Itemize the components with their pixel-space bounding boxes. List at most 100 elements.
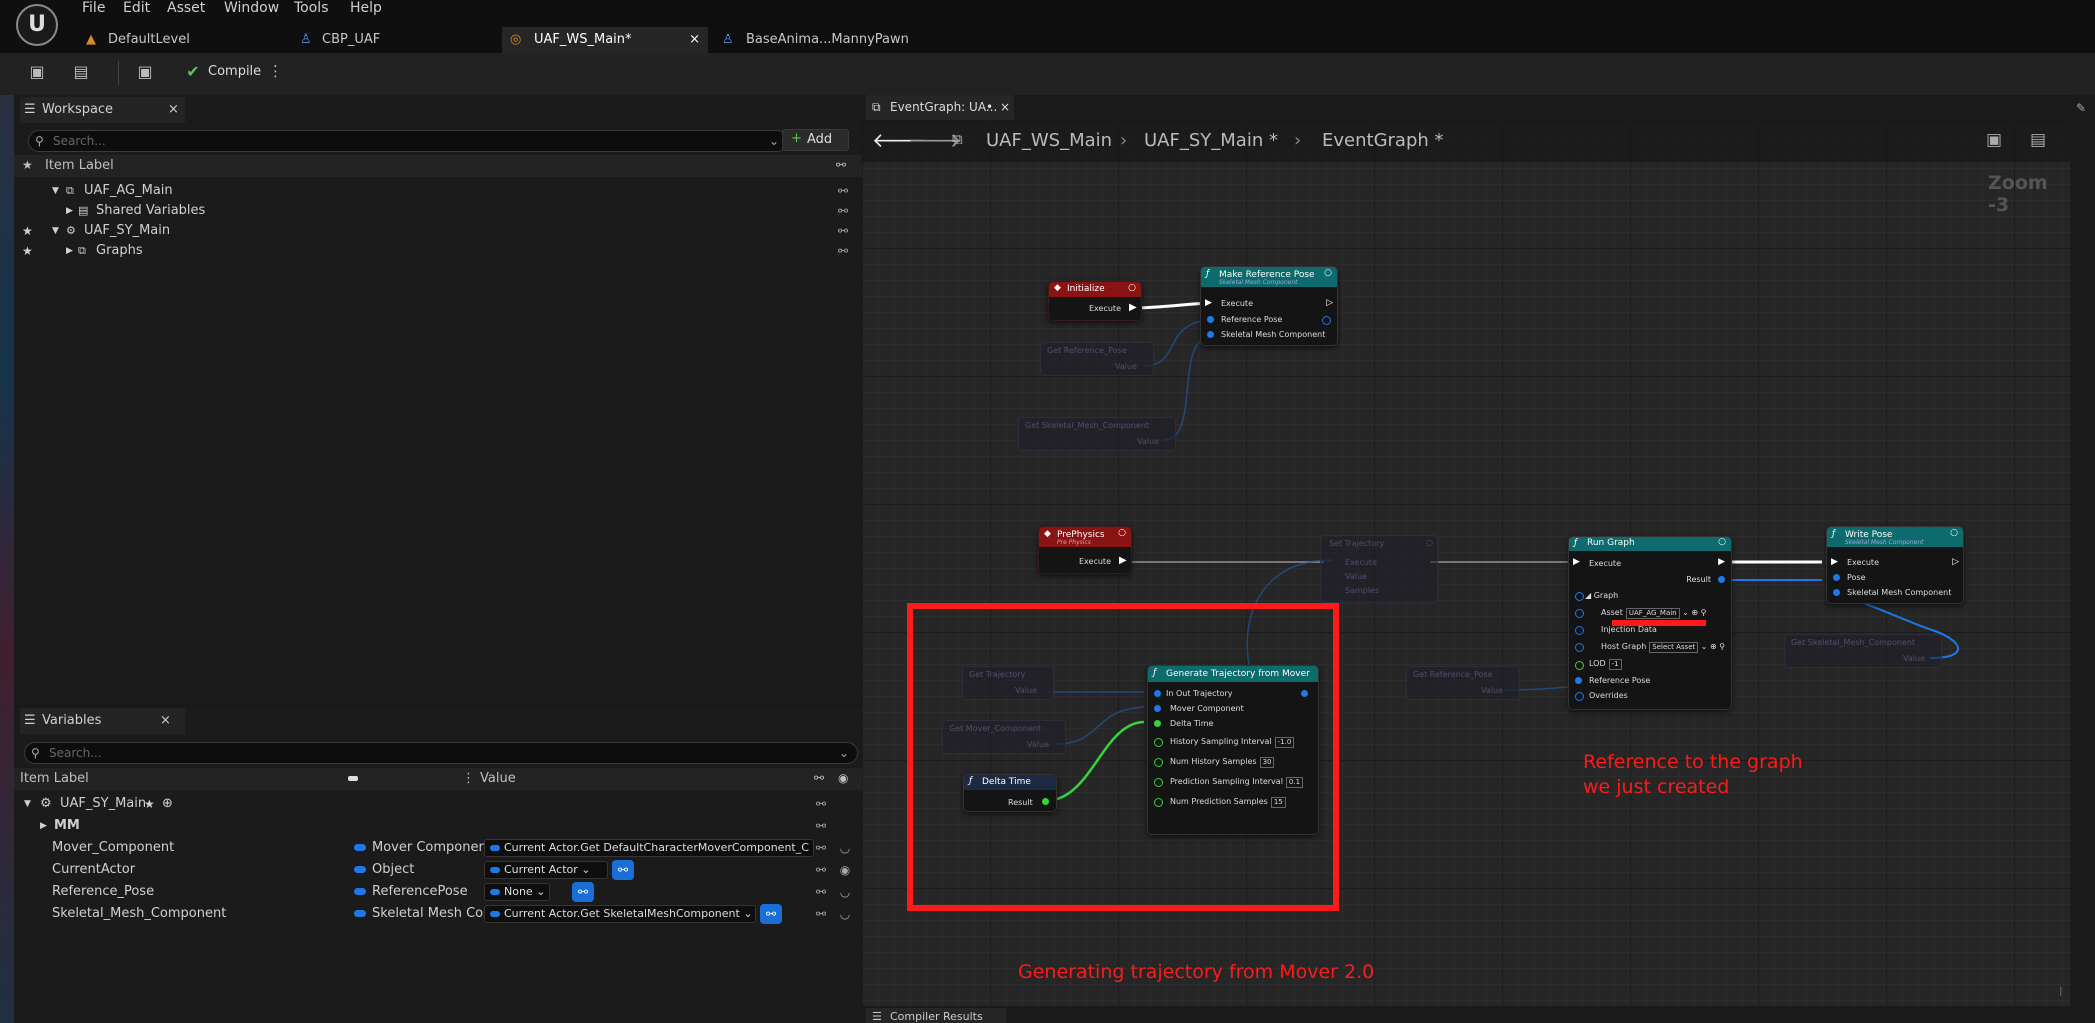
run-graph-asset-field[interactable]: Asset UAF_AG_Main ⌄ ⊕ ⚲ <box>1601 608 1707 619</box>
save-icon[interactable]: ▣ <box>28 63 46 81</box>
menu-help[interactable]: Help <box>350 0 382 16</box>
link-icon[interactable]: ⚯ <box>836 204 850 218</box>
pencil-icon[interactable]: ✎ <box>2076 101 2086 115</box>
add-button[interactable]: + Add <box>782 129 849 151</box>
menu-tools[interactable]: Tools <box>294 0 329 16</box>
input-pin[interactable] <box>1207 331 1214 338</box>
num-history-samples-field[interactable]: Num History Samples 30 <box>1170 757 1275 768</box>
node-write-pose[interactable]: ƒ Write Pose Skeletal Mesh Component ○ ▶… <box>1826 526 1964 604</box>
link-icon[interactable]: ⚯ <box>836 224 850 238</box>
chevron-down-icon[interactable]: ⌄ <box>769 131 779 151</box>
input-pin[interactable] <box>1154 690 1161 697</box>
add-variable-icon[interactable]: ⊕ <box>162 793 173 815</box>
node-prephysics[interactable]: ◆ PrePhysics Pre Physics ○ Execute ▶ <box>1038 526 1132 574</box>
input-pin[interactable] <box>1833 589 1840 596</box>
expand-right-icon[interactable]: ▶ <box>66 201 73 221</box>
node-make-reference-pose[interactable]: ƒ Make Reference Pose Skeletal Mesh Comp… <box>1200 266 1338 346</box>
history-sampling-interval-field[interactable]: History Sampling Interval -1.0 <box>1170 737 1295 748</box>
workspace-tab[interactable]: ☰ Workspace × <box>20 97 185 123</box>
menu-edit[interactable]: Edit <box>123 0 150 16</box>
exec-out-pin-icon[interactable]: ▶ <box>1718 557 1725 567</box>
visibility-icon[interactable]: ◉ <box>838 863 852 877</box>
tree-item-shared-variables[interactable]: ▶ ▤ Shared Variables ⚯ <box>14 201 862 221</box>
close-icon[interactable]: × <box>160 708 171 734</box>
compile-button[interactable]: Compile <box>208 64 261 79</box>
variable-row-current-actor[interactable]: CurrentActor Object Current Actor ⌄ ⚯ ⚯ … <box>14 859 862 881</box>
workspace-search-input[interactable]: ⚲ Search... ⌄ <box>28 130 788 152</box>
exec-in-pin-icon[interactable]: ▶ <box>1205 298 1212 308</box>
variables-search-input[interactable]: ⚲ Search... ⌄ <box>24 742 858 764</box>
link-icon[interactable]: ⚯ <box>814 885 828 899</box>
visibility-icon[interactable]: ◉ <box>838 771 848 785</box>
variable-row-reference-pose[interactable]: Reference_Pose ReferencePose None ⌄ ⚯ ⚯ … <box>14 881 862 903</box>
input-pin[interactable] <box>1154 778 1163 787</box>
exec-out-pin-icon[interactable]: ▶ <box>1119 555 1127 566</box>
expand-right-icon[interactable]: ▶ <box>66 241 73 261</box>
bind-link-button[interactable]: ⚯ <box>760 904 782 924</box>
menu-file[interactable]: File <box>82 0 105 16</box>
num-prediction-samples-field[interactable]: Num Prediction Samples 15 <box>1170 797 1286 808</box>
exec-in-pin-icon[interactable]: ▶ <box>1573 557 1580 567</box>
tree-item-graphs[interactable]: ★ ▶ ⧉ Graphs ⚯ <box>14 241 862 261</box>
variables-root-row[interactable]: ▼ ⚙ UAF_SY_Main ★ ⊕ ⚯ <box>14 793 862 815</box>
expand-down-icon[interactable]: ▼ <box>24 793 31 815</box>
node-get-reference-pose[interactable]: Get Reference_Pose Value <box>1406 666 1520 700</box>
expand-down-icon[interactable]: ▼ <box>52 221 59 241</box>
node-get-mover-component[interactable]: Get Mover_Component Value <box>942 720 1066 754</box>
variables-group-mm[interactable]: ▶ MM ⚯ <box>14 815 862 837</box>
eventgraph-tab[interactable]: ⧉ EventGraph: UA... • × <box>866 95 1014 120</box>
variable-value-combo[interactable]: Current Actor.Get SkeletalMeshComponent … <box>484 905 756 923</box>
save-all-icon[interactable]: ▣ <box>136 63 154 81</box>
output-pin[interactable] <box>1042 798 1049 805</box>
input-pin[interactable] <box>1575 692 1584 701</box>
variables-tab[interactable]: ☰ Variables × <box>20 708 185 734</box>
input-pin[interactable] <box>1575 626 1584 635</box>
input-pin[interactable] <box>1154 798 1163 807</box>
graph-canvas[interactable]: 🡐 🡒 ⧉ UAF_WS_Main › UAF_SY_Main * › Even… <box>862 120 2070 1006</box>
run-graph-lod-field[interactable]: LOD -1 <box>1589 659 1622 670</box>
variable-value-combo[interactable]: None ⌄ <box>484 883 550 901</box>
tab-baseanim-manny[interactable]: ♙ BaseAnima...MannyPawn <box>716 27 916 53</box>
link-icon[interactable]: ⚯ <box>814 797 828 811</box>
input-pin[interactable] <box>1575 609 1584 618</box>
input-pin[interactable] <box>1154 738 1163 747</box>
chevron-down-icon[interactable]: ⌄ <box>839 743 849 763</box>
node-get-skeletal-mesh-component[interactable]: Get Skeletal_Mesh_Component Value <box>1018 417 1176 451</box>
exec-out-pin-icon[interactable]: ▶ <box>1129 302 1137 313</box>
input-pin[interactable] <box>1207 316 1214 323</box>
link-icon[interactable]: ⚯ <box>836 244 850 258</box>
expand-right-icon[interactable]: ▶ <box>40 815 47 837</box>
link-icon[interactable]: ⚯ <box>836 184 850 198</box>
close-icon[interactable]: × <box>1000 95 1010 120</box>
link-icon[interactable]: ⚯ <box>814 819 828 833</box>
tab-uaf-ws-main[interactable]: ◎ UAF_WS_Main* × <box>502 27 708 53</box>
node-get-skeletal-mesh-component[interactable]: Get Skeletal_Mesh_Component Value <box>1784 634 1942 668</box>
input-pin[interactable] <box>1154 720 1161 727</box>
run-graph-host-field[interactable]: Host Graph Select Asset ⌄ ⊕ ⚲ <box>1601 642 1725 653</box>
link-icon[interactable]: ⚯ <box>814 841 828 855</box>
exec-out-pin-icon[interactable]: ▷ <box>1326 298 1333 308</box>
output-pin[interactable] <box>1322 316 1331 325</box>
node-generate-trajectory-from-mover[interactable]: ƒ Generate Trajectory from Mover In Out … <box>1147 665 1319 835</box>
link-icon[interactable]: ⚯ <box>814 863 828 877</box>
output-pin[interactable] <box>1301 690 1308 697</box>
node-get-trajectory[interactable]: Get Trajectory Value <box>962 666 1054 700</box>
menu-asset[interactable]: Asset <box>167 0 205 16</box>
expand-down-icon[interactable]: ▼ <box>52 181 59 201</box>
menu-window[interactable]: Window <box>224 0 279 16</box>
tree-item-uaf-ag-main[interactable]: ▼ ⧉ UAF_AG_Main ⚯ <box>14 181 862 201</box>
browse-icon[interactable]: ▤ <box>72 63 90 81</box>
variable-row-skeletal-mesh-component[interactable]: Skeletal_Mesh_Component Skeletal Mesh Co… <box>14 903 862 925</box>
close-icon[interactable]: × <box>168 97 179 123</box>
tab-defaultlevel[interactable]: ▲ DefaultLevel <box>80 27 290 53</box>
exec-in-pin-icon[interactable]: ▶ <box>1831 557 1838 567</box>
visibility-hidden-icon[interactable]: ◡ <box>838 885 852 899</box>
node-initialize[interactable]: ◆ Initialize ○ Execute ▶ <box>1048 281 1142 321</box>
input-pin[interactable] <box>1833 574 1840 581</box>
exec-out-pin-icon[interactable]: ▷ <box>1952 557 1959 567</box>
input-pin[interactable] <box>1575 677 1582 684</box>
output-pin[interactable] <box>1718 576 1725 583</box>
link-icon[interactable]: ⚯ <box>814 907 828 921</box>
variable-value-combo[interactable]: Current Actor.Get DefaultCharacterMoverC… <box>484 839 814 857</box>
unreal-logo-icon[interactable]: U <box>16 4 58 46</box>
